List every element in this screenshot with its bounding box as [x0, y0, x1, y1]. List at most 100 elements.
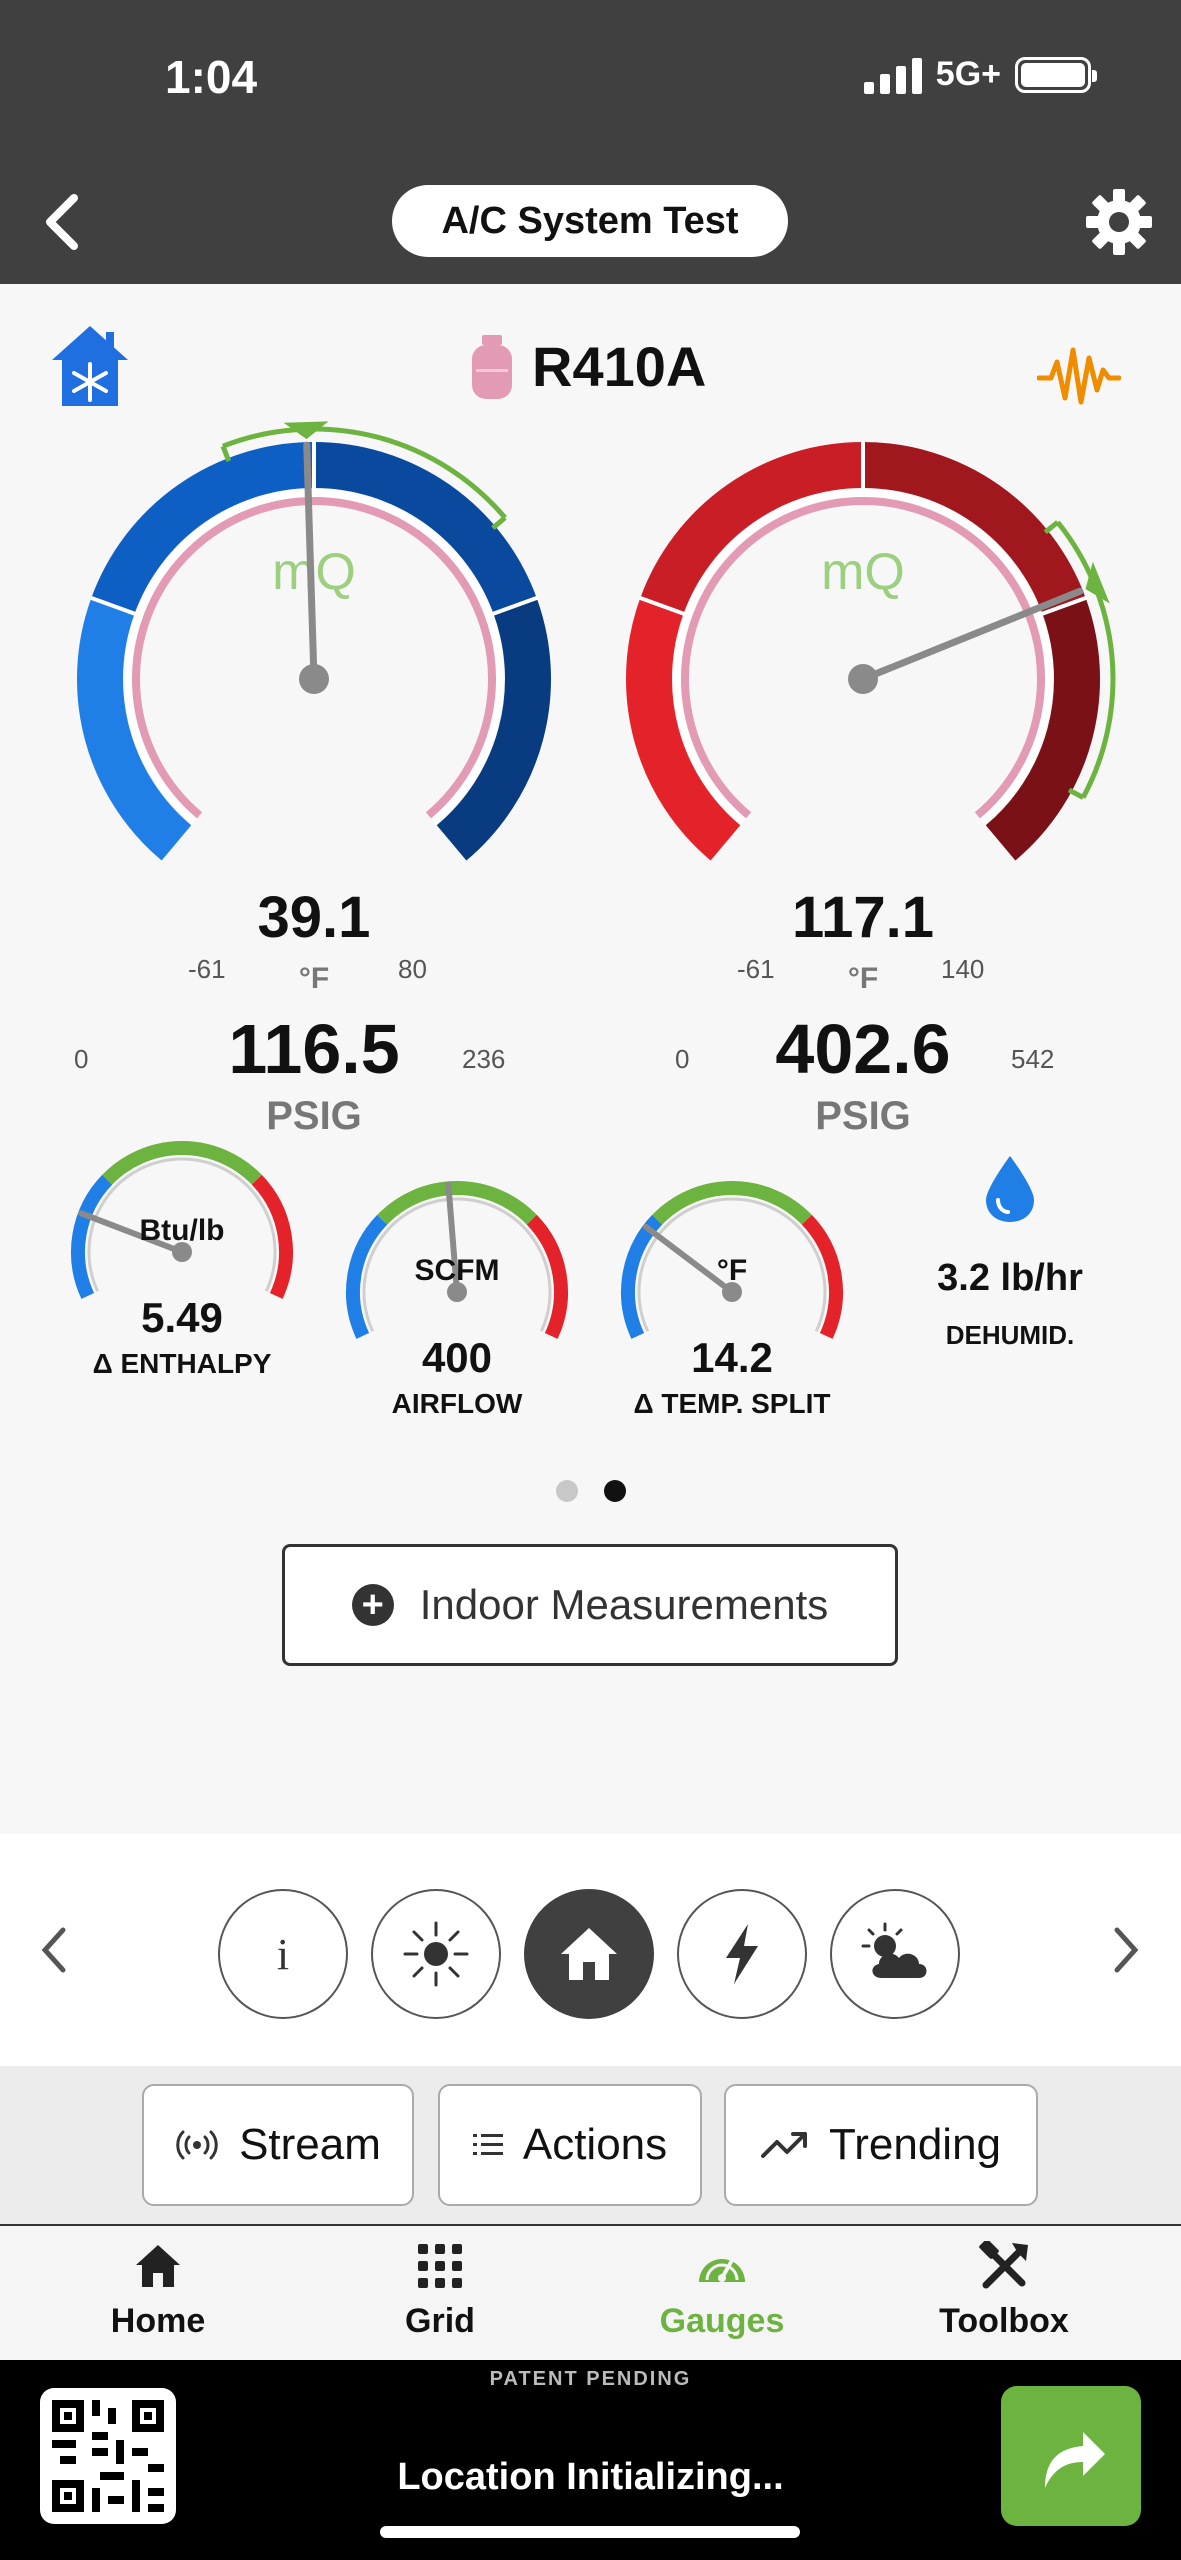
suction-pressure-unit: PSIG	[266, 1094, 362, 1138]
network-type: 5G+	[935, 55, 1001, 93]
refrigerant-tank-icon	[472, 334, 512, 399]
actions-label: Actions	[522, 2120, 668, 2169]
page-dot-1[interactable]	[555, 1480, 578, 1502]
chevron-right-icon	[1114, 1927, 1139, 1973]
actions-button[interactable]: Actions	[438, 2084, 702, 2206]
broadcast-icon	[176, 2130, 218, 2160]
chevron-left-icon	[46, 194, 78, 250]
chevron-left-icon	[41, 1927, 66, 1973]
trending-up-icon	[760, 2132, 807, 2158]
discharge-temperature: 117.1	[792, 885, 934, 950]
discharge-temp-max: 140	[941, 954, 985, 984]
carousel-next-button[interactable]	[1096, 1910, 1156, 1990]
suction-temperature: 39.1	[257, 885, 371, 950]
status-time: 1:04	[165, 51, 258, 103]
tab-home-label: Home	[110, 2302, 206, 2340]
signal-icon	[863, 56, 922, 94]
airflow-value: 400	[421, 1334, 493, 1381]
dehumidification-label: DEHUMID.	[945, 1320, 1075, 1350]
refrigerant-label: R410A	[532, 335, 707, 398]
mq-logo: mQ	[821, 543, 905, 601]
plus-circle-icon: +	[351, 1584, 394, 1626]
sun-icon	[403, 1921, 469, 1987]
status-indicators: 5G+	[863, 55, 1097, 94]
gauge-target-tick	[491, 515, 507, 530]
gauge-needle-hub	[848, 664, 878, 694]
discharge-temp-unit: °F	[847, 962, 879, 995]
dehumidification-readout[interactable]: 3.2 lb/hr DEHUMID.	[905, 1134, 1115, 1414]
house-icon	[561, 1928, 617, 1980]
suction-temp-min: -61	[188, 954, 226, 984]
gear-icon	[1086, 189, 1152, 255]
measurements-row: Btu/lb 5.49 Δ ENTHALPY SCFM 400 AIRFLOW …	[0, 1134, 1181, 1434]
discharge-pressure-min: 0	[675, 1044, 690, 1074]
tab-toolbox[interactable]: Toolbox	[894, 2236, 1114, 2356]
back-button[interactable]	[30, 190, 94, 254]
tab-home[interactable]: Home	[48, 2236, 268, 2356]
action-bar: Stream Actions Trending	[0, 2066, 1181, 2224]
enthalpy-gauge[interactable]: Btu/lb 5.49 Δ ENTHALPY	[52, 1134, 312, 1434]
tab-grid[interactable]: Grid	[330, 2236, 550, 2356]
partly-cloudy-icon	[861, 1922, 927, 1978]
tab-gauges-label: Gauges	[659, 2302, 785, 2340]
gauge-target-tick	[1067, 787, 1085, 800]
location-footer: PATENT PENDING Location Initializing...	[0, 2360, 1181, 2560]
suction-pressure-max: 236	[462, 1044, 506, 1074]
carousel-prev-button[interactable]	[24, 1910, 84, 1990]
indoor-measurements-label: Indoor Measurements	[419, 1581, 829, 1628]
gauges-panel: R410A mQ 39.1 °F 116.5 PSIG 0 236 -61 80…	[0, 284, 1181, 1834]
gauge-target-tick	[220, 445, 232, 462]
settings-button[interactable]	[1079, 182, 1159, 262]
airflow-label: AIRFLOW	[391, 1388, 523, 1419]
info-icon: i	[276, 1929, 290, 1979]
info-button[interactable]: i	[218, 1889, 348, 2019]
airflow-gauge[interactable]: SCFM 400 AIRFLOW	[327, 1174, 587, 1474]
home-icon	[136, 2245, 180, 2287]
status-bar: 1:04 5G+	[0, 0, 1181, 160]
vibration-icon[interactable]	[1036, 346, 1122, 411]
tab-toolbox-label: Toolbox	[939, 2302, 1069, 2340]
toolbox-icon	[979, 2241, 1028, 2289]
discharge-pressure-gauge[interactable]: mQ 117.1 °F 402.6 PSIG 0 542 -61 140	[593, 404, 1133, 1138]
grid-icon	[418, 2244, 462, 2288]
house-button[interactable]	[524, 1889, 654, 2019]
tab-bar: Home Grid Gauges Toolbox	[0, 2224, 1181, 2360]
stream-label: Stream	[239, 2120, 381, 2169]
discharge-pressure-unit: PSIG	[815, 1094, 911, 1138]
discharge-temp-min: -61	[737, 954, 775, 984]
enthalpy-label: Δ ENTHALPY	[92, 1348, 272, 1379]
electrical-button[interactable]	[677, 1889, 807, 2019]
temp-split-value: 14.2	[691, 1334, 773, 1381]
temp-split-unit: °F	[716, 1254, 748, 1287]
trending-label: Trending	[828, 2120, 1002, 2169]
enthalpy-unit: Btu/lb	[139, 1214, 225, 1247]
tab-grid-label: Grid	[405, 2302, 475, 2340]
page-title: A/C System Test	[392, 185, 788, 257]
mode-carousel: i	[0, 1834, 1181, 2066]
indoor-measurements-button[interactable]: + Indoor Measurements	[282, 1544, 898, 1666]
stream-button[interactable]: Stream	[142, 2084, 414, 2206]
tab-gauges[interactable]: Gauges	[612, 2236, 832, 2356]
suction-temp-unit: °F	[298, 962, 330, 995]
list-icon	[472, 2134, 503, 2155]
nav-bar: A/C System Test	[0, 160, 1181, 284]
patent-notice: PATENT PENDING	[489, 2368, 692, 2390]
sun-button[interactable]	[371, 1889, 501, 2019]
weather-button[interactable]	[830, 1889, 960, 2019]
page-dot-2[interactable]	[603, 1480, 626, 1502]
water-drop-icon	[905, 1154, 1115, 1229]
page-indicator[interactable]	[0, 1480, 1181, 1502]
suction-pressure-min: 0	[74, 1044, 89, 1074]
refrigerant-selector[interactable]: R410A	[470, 334, 706, 399]
suction-pressure-gauge[interactable]: mQ 39.1 °F 116.5 PSIG 0 236 -61 80	[44, 404, 584, 1138]
gauge-target-tick	[1043, 520, 1060, 535]
suction-temp-max: 80	[398, 954, 427, 984]
share-button[interactable]	[1001, 2386, 1141, 2526]
trending-button[interactable]: Trending	[724, 2084, 1038, 2206]
enthalpy-value: 5.49	[141, 1294, 223, 1341]
lightning-icon	[726, 1924, 758, 1984]
gauge-needle-hub	[299, 664, 329, 694]
temp-split-label: Δ TEMP. SPLIT	[633, 1388, 831, 1419]
temp-split-gauge[interactable]: °F 14.2 Δ TEMP. SPLIT	[602, 1174, 862, 1474]
cooling-mode-icon[interactable]	[50, 324, 130, 413]
